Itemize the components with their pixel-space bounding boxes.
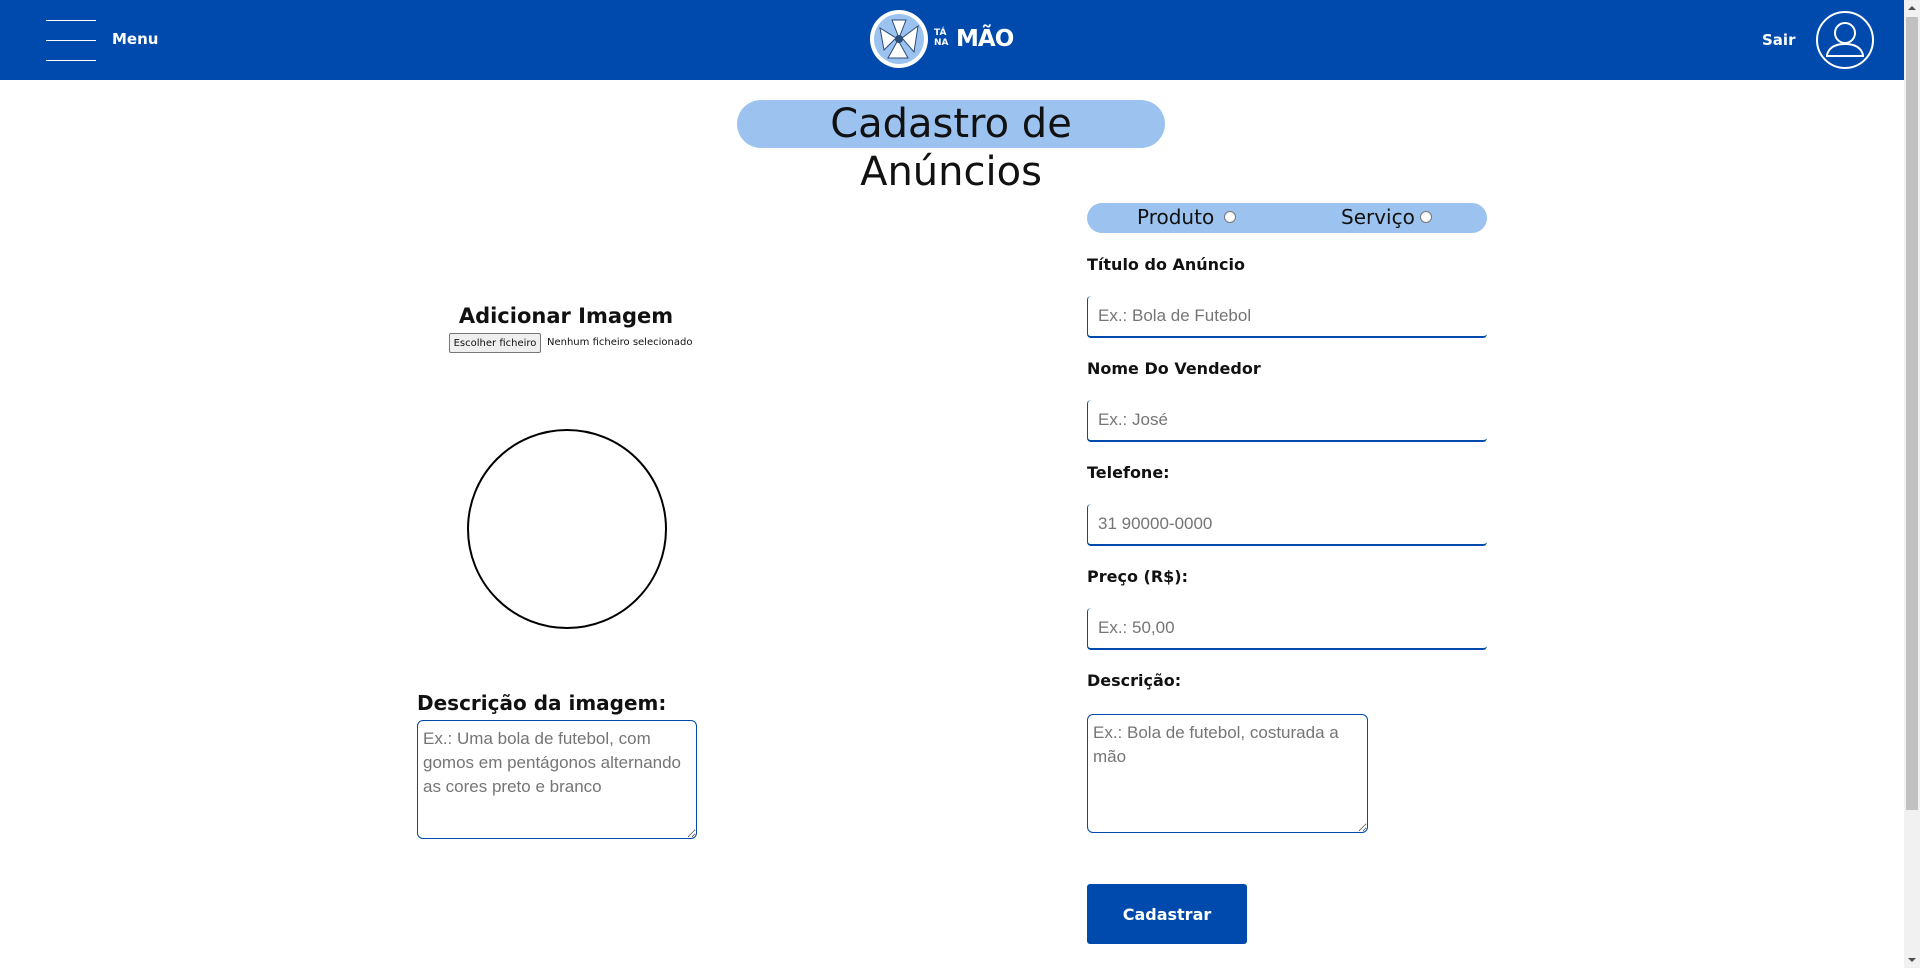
logout-link[interactable]: Sair xyxy=(1762,31,1795,49)
user-avatar-button[interactable] xyxy=(1815,10,1875,70)
submit-button[interactable]: Cadastrar xyxy=(1087,884,1247,944)
file-status: Nenhum ficheiro selecionado xyxy=(547,337,693,348)
scrollbar-thumb[interactable] xyxy=(1906,17,1918,810)
seller-name-input[interactable] xyxy=(1087,400,1487,442)
vertical-scrollbar[interactable] xyxy=(1904,0,1920,968)
page-title: Cadastro de Anúncios xyxy=(830,101,1072,195)
scroll-down-arrow-icon[interactable] xyxy=(1904,952,1920,968)
ad-title-label: Título do Anúncio xyxy=(1087,255,1246,274)
radio-produto[interactable] xyxy=(1224,211,1236,223)
image-preview xyxy=(467,429,667,629)
price-label: Preço (R$): xyxy=(1087,567,1188,586)
image-description-label: Descrição da imagem: xyxy=(417,691,667,715)
phone-input[interactable] xyxy=(1087,504,1487,546)
top-navbar: Menu TÁ NA MÃO Sair xyxy=(0,0,1904,80)
hands-icon xyxy=(875,15,923,63)
price-input[interactable] xyxy=(1087,608,1487,650)
image-description-textarea[interactable] xyxy=(417,720,697,839)
logo-text-big: MÃO xyxy=(956,26,1014,52)
logo-text-small: TÁ NA xyxy=(934,28,949,48)
ad-title-input[interactable] xyxy=(1087,296,1487,338)
page: Menu TÁ NA MÃO Sair Cadastro de Anúncios… xyxy=(0,0,1904,968)
menu-label: Menu xyxy=(112,30,159,48)
seller-name-label: Nome Do Vendedor xyxy=(1087,359,1261,378)
add-image-label: Adicionar Imagem xyxy=(458,304,674,328)
scroll-up-arrow-icon[interactable] xyxy=(1904,0,1920,16)
type-label-servico: Serviço xyxy=(1341,205,1415,229)
type-label-produto: Produto xyxy=(1137,205,1215,229)
radio-servico[interactable] xyxy=(1420,211,1432,223)
menu-button[interactable]: Menu xyxy=(46,18,166,62)
choose-file-button[interactable]: Escolher ficheiro xyxy=(449,333,541,353)
logo-emblem xyxy=(870,10,928,68)
phone-label: Telefone: xyxy=(1087,463,1170,482)
hamburger-icon xyxy=(46,20,96,61)
description-label: Descrição: xyxy=(1087,671,1182,690)
user-avatar-icon xyxy=(1816,11,1874,69)
description-textarea[interactable] xyxy=(1087,714,1368,833)
logo[interactable]: TÁ NA MÃO xyxy=(870,8,1030,72)
